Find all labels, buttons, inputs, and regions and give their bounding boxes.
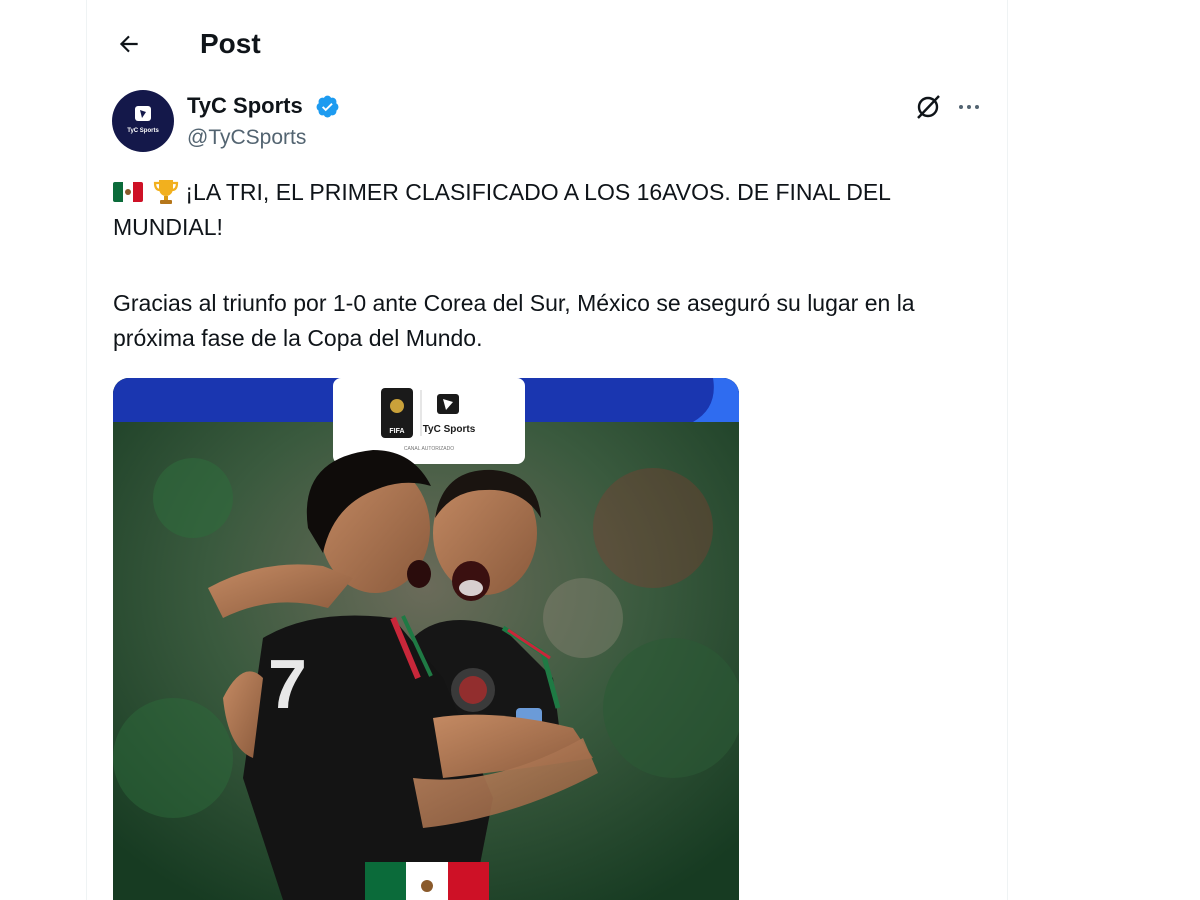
author-name[interactable]: TyC Sports xyxy=(187,92,303,120)
post-headline-text: ¡LA TRI, EL PRIMER CLASIFICADO A LOS 16A… xyxy=(113,179,891,240)
jersey-number: 7 xyxy=(268,645,307,723)
media-logo-subtext: CANAL AUTORIZADO xyxy=(404,446,454,452)
back-arrow-icon xyxy=(119,35,138,53)
media-logo-text: TyC Sports xyxy=(423,424,476,435)
back-button[interactable] xyxy=(111,26,147,62)
more-icon[interactable] xyxy=(953,92,985,122)
post-header: Post xyxy=(87,0,1007,88)
post-body: Gracias al triunfo por 1-0 ante Corea de… xyxy=(113,290,915,351)
post-column: Post TyC Sports TyC Sports @TyCSports ¡L… xyxy=(86,0,1008,900)
mexico-flag-icon xyxy=(113,182,143,202)
avatar-logo-text: TyC Sports xyxy=(127,128,159,134)
avatar[interactable]: TyC Sports xyxy=(112,90,174,152)
author-handle[interactable]: @TyCSports xyxy=(187,124,306,152)
page-title: Post xyxy=(200,28,261,59)
post-headline: ¡LA TRI, EL PRIMER CLASIFICADO A LOS 16A… xyxy=(113,175,973,245)
grok-icon[interactable] xyxy=(913,92,943,122)
post-image[interactable]: FIFA TyC Sports CANAL AUTORIZADO 7 xyxy=(113,378,739,900)
trophy-icon xyxy=(154,180,179,204)
fifa-text: FIFA xyxy=(389,428,404,435)
verified-badge-icon xyxy=(316,95,339,118)
